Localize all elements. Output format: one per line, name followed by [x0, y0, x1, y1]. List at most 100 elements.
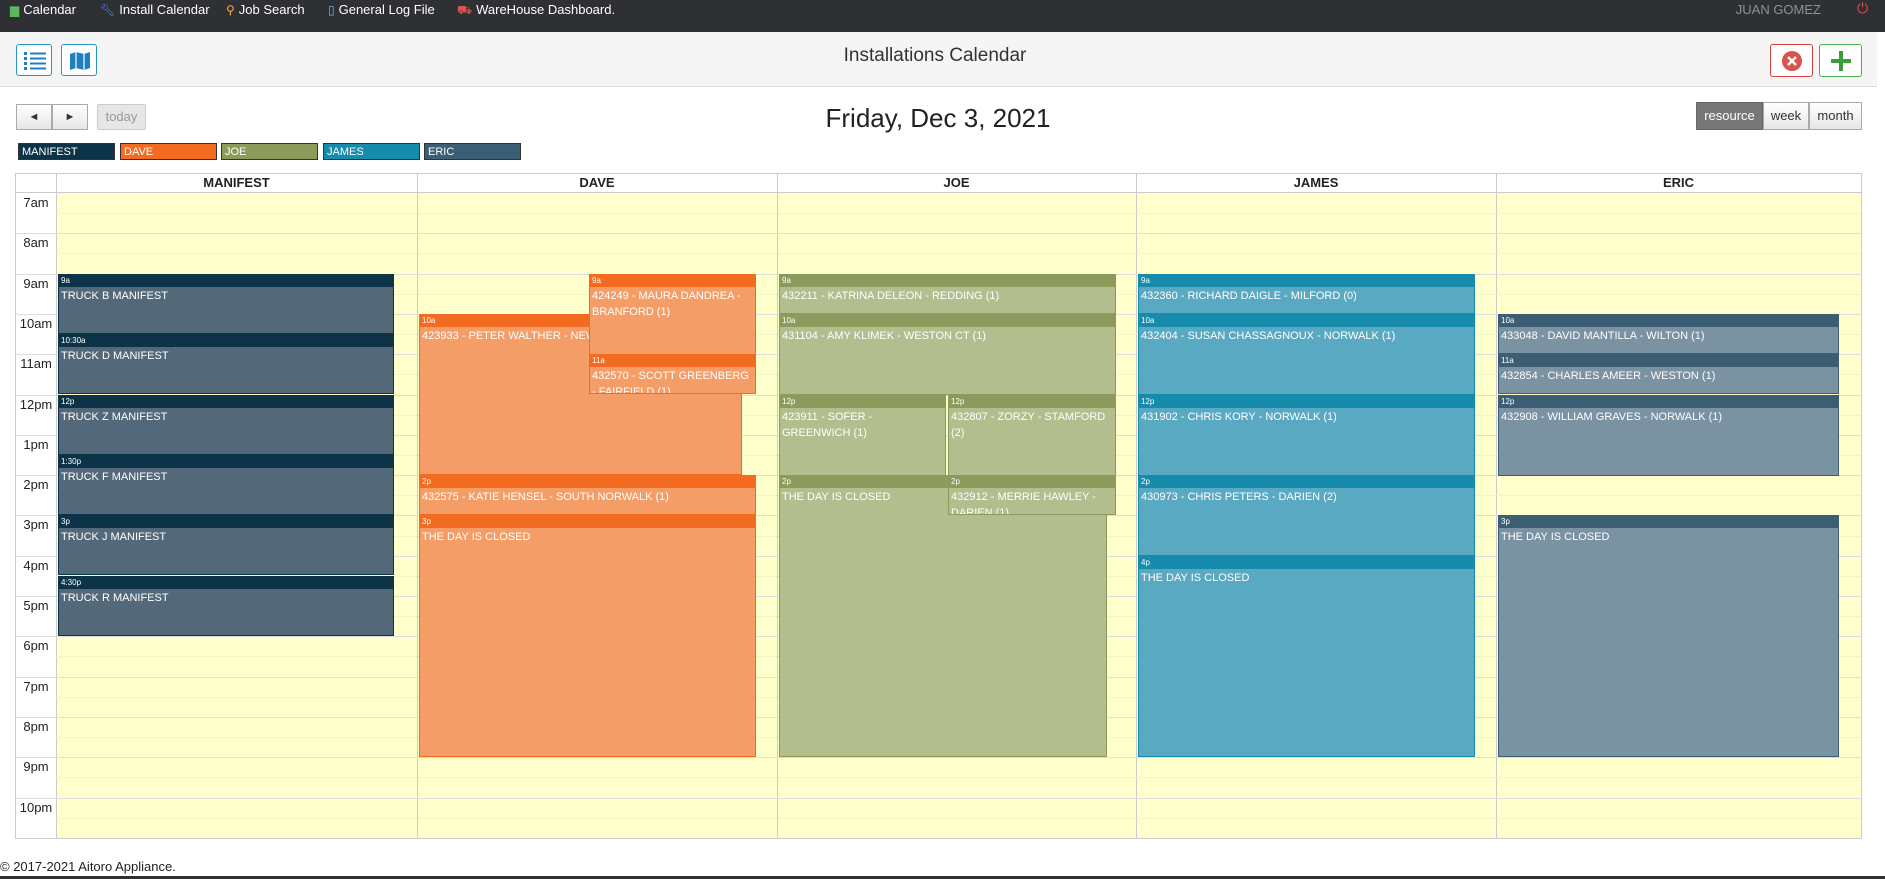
footer-copyright: © 2017-2021 Aitoro Appliance. [0, 859, 176, 874]
event-time: 11a [590, 355, 755, 367]
time-label: 8am [23, 235, 49, 250]
event-time: 10a [1139, 315, 1474, 327]
time-label: 3pm [23, 517, 49, 532]
hour-line [16, 757, 1861, 758]
event-time: 9a [780, 275, 1115, 287]
legend-item-dave[interactable]: DAVE [120, 143, 217, 160]
calendar-event[interactable]: 11a 432854 - CHARLES AMEER - WESTON (1) [1498, 354, 1839, 394]
event-title: 424249 - MAURA DANDREA - BRANFORD (1) [592, 290, 741, 318]
legend-item-james[interactable]: JAMES [323, 143, 420, 160]
add-button[interactable] [1819, 44, 1862, 77]
calendar-event[interactable]: 2p 432575 - KATIE HENSEL - SOUTH NORWALK … [419, 475, 756, 515]
power-icon[interactable]: ⏻ [1857, 1, 1871, 15]
legend-item-manifest[interactable]: MANIFEST [18, 143, 115, 160]
nav-job-search-link[interactable]: ⚲ Job Search [226, 0, 305, 20]
search-icon: ⚲ [226, 3, 235, 17]
time-label: 10pm [19, 800, 53, 815]
time-label: 9pm [23, 759, 49, 774]
closed-day-block[interactable]: 4p THE DAY IS CLOSED [1138, 556, 1475, 757]
calendar-event[interactable]: 12p 431902 - CHRIS KORY - NORWALK (1) [1138, 395, 1475, 476]
event-time: 2p [1139, 476, 1474, 488]
hour-line [16, 798, 1861, 799]
calendar-event[interactable]: 12p 432908 - WILLIAM GRAVES - NORWALK (1) [1498, 395, 1839, 476]
user-name[interactable]: JUAN GOMEZ [1736, 0, 1821, 20]
time-label: 10am [19, 316, 53, 331]
week-view-button[interactable]: week [1763, 102, 1809, 130]
calendar-event[interactable]: 2p 430973 - CHRIS PETERS - DARIEN (2) [1138, 475, 1475, 556]
half-hour-line [56, 777, 1861, 779]
event-time: 4:30p [59, 577, 393, 589]
calendar-event[interactable]: 9a 424249 - MAURA DANDREA - BRANFORD (1) [589, 274, 756, 355]
calendar-event[interactable]: 10a 431104 - AMY KLIMEK - WESTON CT (1) [779, 314, 1116, 395]
calendar-event[interactable]: 10a 433048 - DAVID MANTILLA - WILTON (1) [1498, 314, 1839, 354]
event-title: 432912 - MERRIE HAWLEY - DARIEN (1) [951, 491, 1096, 515]
calendar-event[interactable]: 1:30p TRUCK F MANIFEST [58, 455, 394, 515]
event-time: 3p [1499, 516, 1838, 528]
event-title: TRUCK F MANIFEST [61, 471, 168, 483]
column-header-manifest: MANIFEST [203, 175, 270, 190]
event-title: TRUCK B MANIFEST [61, 290, 168, 302]
time-label: 4pm [23, 558, 49, 573]
event-time: 11a [1499, 355, 1838, 367]
calendar-event[interactable]: 12p TRUCK Z MANIFEST [58, 395, 394, 455]
close-button[interactable] [1770, 44, 1813, 77]
event-title: 430973 - CHRIS PETERS - DARIEN (2) [1141, 491, 1337, 503]
event-title: 432211 - KATRINA DELEON - REDDING (1) [782, 290, 1000, 302]
nav-general-log-link[interactable]: ▯ General Log File [328, 0, 435, 20]
calendar-event[interactable]: 12p 423911 - SOFER - GREENWICH (1) [779, 395, 946, 476]
event-time: 12p [1499, 396, 1838, 408]
time-label: 2pm [23, 477, 49, 492]
event-title: THE DAY IS CLOSED [422, 531, 531, 543]
closed-day-block[interactable]: 3p THE DAY IS CLOSED [1498, 515, 1839, 757]
event-title: 432570 - SCOTT GREENBERG - FAIRFIELD (1) [592, 370, 749, 394]
closed-day-block[interactable]: 2p THE DAY IS CLOSED [779, 475, 1107, 757]
nav-calendar-link[interactable]: ▆ Calendar [10, 0, 76, 20]
event-title: 432404 - SUSAN CHASSAGNOUX - NORWALK (1) [1141, 330, 1396, 342]
event-time: 12p [949, 396, 1115, 408]
hour-line [16, 233, 1861, 234]
event-title: TRUCK R MANIFEST [61, 592, 169, 604]
column-header-dave: DAVE [579, 175, 615, 190]
calendar-event[interactable]: 10a 432404 - SUSAN CHASSAGNOUX - NORWALK … [1138, 314, 1475, 395]
month-view-button[interactable]: month [1809, 102, 1862, 130]
event-title: 432908 - WILLIAM GRAVES - NORWALK (1) [1501, 411, 1723, 423]
resource-view-button[interactable]: resource [1696, 102, 1763, 130]
calendar-event[interactable]: 10:30a TRUCK D MANIFEST [58, 334, 394, 394]
plus-icon [1831, 51, 1851, 71]
event-title: 431902 - CHRIS KORY - NORWALK (1) [1141, 411, 1337, 423]
event-time: 1:30p [59, 456, 393, 468]
calendar-event[interactable]: 11a 432570 - SCOTT GREENBERG - FAIRFIELD … [589, 354, 756, 394]
event-time: 4p [1139, 557, 1474, 569]
legend-item-joe[interactable]: JOE [221, 143, 318, 160]
calendar-event[interactable]: 12p 432807 - ZORZY - STAMFORD (2) [948, 395, 1116, 476]
nav-install-calendar-link[interactable]: 🔧︎ Install Calendar [100, 0, 210, 20]
calendar-event[interactable]: 9a TRUCK B MANIFEST [58, 274, 394, 334]
time-label: 6pm [23, 638, 49, 653]
legend-item-eric[interactable]: ERIC [424, 143, 521, 160]
event-time: 9a [590, 275, 755, 287]
calendar-event[interactable]: 3p TRUCK J MANIFEST [58, 515, 394, 575]
event-time: 12p [59, 396, 393, 408]
close-circle-icon [1782, 51, 1802, 71]
time-label: 8pm [23, 719, 49, 734]
time-label: 12pm [19, 397, 53, 412]
nav-warehouse-dashboard-link[interactable]: ⛟ WareHouse Dashboard. [457, 0, 615, 20]
event-time: 12p [1139, 396, 1474, 408]
time-label: 1pm [23, 437, 49, 452]
event-time: 10a [1499, 315, 1838, 327]
column-header-joe: JOE [943, 175, 970, 190]
calendar-event[interactable]: 2p 432912 - MERRIE HAWLEY - DARIEN (1) [948, 475, 1116, 515]
calendar-event[interactable]: 9a 432211 - KATRINA DELEON - REDDING (1) [779, 274, 1116, 314]
half-hour-line [56, 253, 1861, 255]
column-header-eric: ERIC [1662, 175, 1695, 190]
event-title: 431104 - AMY KLIMEK - WESTON CT (1) [782, 330, 986, 342]
closed-day-block[interactable]: 3p THE DAY IS CLOSED [419, 515, 756, 757]
truck-icon: ⛟ [457, 3, 473, 17]
time-label: 7am [23, 195, 49, 210]
calendar-event[interactable]: 4:30p TRUCK R MANIFEST [58, 576, 394, 636]
calendar-event[interactable]: 9a 432360 - RICHARD DAIGLE - MILFORD (0) [1138, 274, 1475, 314]
event-title: THE DAY IS CLOSED [1141, 572, 1250, 584]
column-header-james: JAMES [1293, 175, 1339, 190]
wrench-icon: 🔧︎ [100, 3, 116, 17]
event-title: TRUCK D MANIFEST [61, 350, 169, 362]
